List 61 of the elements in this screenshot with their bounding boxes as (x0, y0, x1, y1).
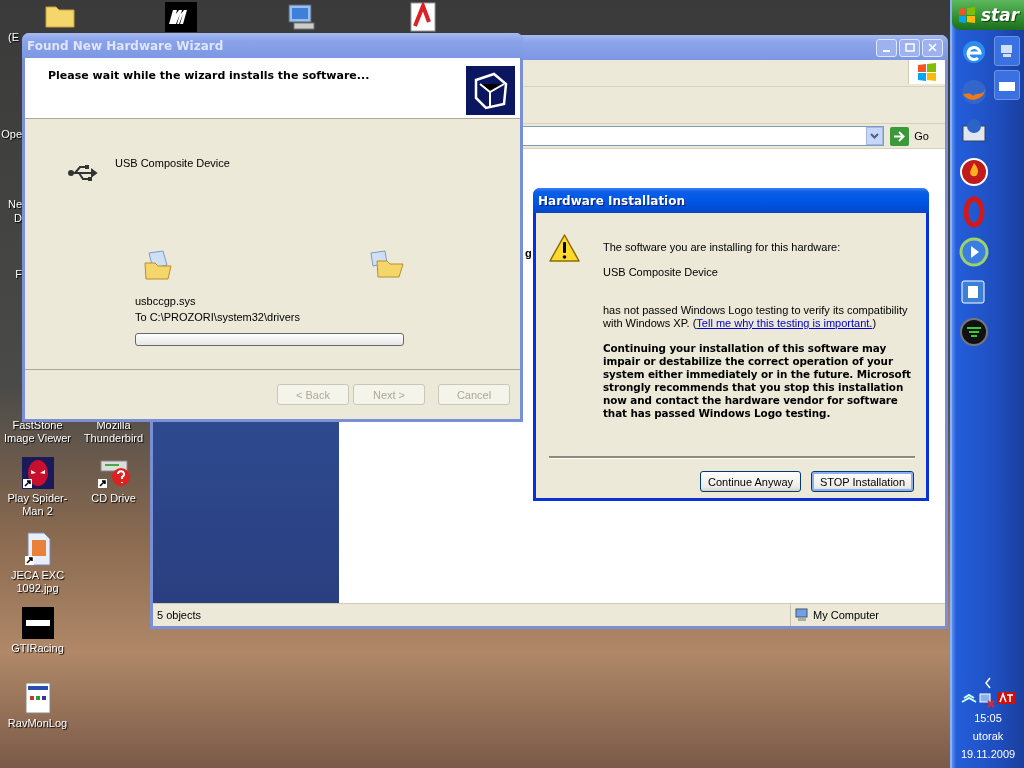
warning-icon (548, 233, 581, 263)
hardware-box-icon (466, 66, 515, 115)
notice-text: has not passed Windows Logo testing to verify its compatibility with Windows XP. (Tell me why this testing is important.) (603, 304, 909, 330)
window-title: Hardware Installation (538, 193, 685, 208)
clock-time[interactable]: 15:05 (974, 711, 1002, 726)
task-button[interactable] (994, 36, 1020, 66)
image-file-icon (23, 532, 52, 566)
go-button[interactable]: Go (888, 126, 931, 146)
device-name: USB Composite Device (603, 266, 719, 279)
caret-icon (870, 133, 880, 139)
minimize-icon (882, 49, 891, 52)
wizard-heading: Please wait while the wizard installs the software... (48, 68, 370, 84)
icon-label: Ope (0, 127, 22, 141)
folder-document-icon (143, 249, 173, 281)
status-text: My Computer (813, 609, 880, 621)
icon-label: Ne (6, 197, 22, 211)
chevron-icon[interactable] (984, 677, 992, 689)
file-name: usbccgp.sys (135, 294, 197, 309)
folder-document-icon (369, 249, 405, 279)
help-link[interactable]: Tell me why this testing is important. (696, 317, 873, 329)
app-logo-icon (164, 2, 197, 32)
icon-label[interactable]: CD Drive (91, 492, 136, 505)
clock-date: 19.11.2009 (960, 747, 1016, 762)
status-text: 5 objects (156, 609, 203, 621)
destination-path: To C:\PROZORI\system32\drivers (135, 310, 302, 325)
item-text: g (525, 247, 532, 259)
program-file-icon (23, 682, 52, 714)
document-icon (408, 2, 437, 32)
device-name: USB Composite Device (115, 156, 230, 171)
intro-text: The software you are installing for this hardware: (603, 241, 842, 254)
close-icon (928, 43, 937, 52)
icon-label[interactable]: GTIRacing (11, 642, 64, 655)
icon-label[interactable]: RavMonLog (7, 717, 68, 730)
mask-icon (21, 457, 54, 489)
windows-flag-icon (917, 63, 937, 81)
icon-label: D (13, 211, 22, 225)
warning-text: Continuing your installation of this software may impair or destabilize the correct operation of your system either immediately or in the future. Microsoft strongly recommends that you stop this installation now and contact the hardware vendor for software that has passed Windows Logo testing. (603, 342, 912, 420)
window-icon (999, 79, 1015, 91)
continue-button[interactable]: Continue Anyway (700, 471, 801, 492)
icon-label[interactable]: Play Spider-Man 2 (0, 492, 75, 518)
icon-label[interactable]: Mozilla Thunderbird (76, 419, 151, 445)
computer-icon (795, 608, 809, 622)
clock-day: utorak (972, 729, 1004, 744)
icon-label: (E (8, 31, 19, 44)
windows-flag-icon (958, 7, 976, 23)
icon-label: F (14, 267, 22, 281)
window-title: Found New Hardware Wizard (27, 38, 224, 53)
stop-button[interactable]: STOP Installation (811, 471, 914, 492)
maximize-icon (904, 43, 915, 52)
striped-disc-icon[interactable] (958, 316, 990, 348)
dropdown-button[interactable] (866, 127, 884, 145)
computer-icon (285, 2, 318, 32)
computer-cross-icon[interactable] (979, 692, 995, 708)
computer-icon (1000, 44, 1014, 58)
start-button[interactable]: star (952, 0, 1024, 30)
drive-icon (96, 457, 131, 489)
icon-label[interactable]: JECA EXC 1092.jpg (0, 569, 75, 595)
task-button[interactable] (994, 70, 1020, 100)
flame-disc-icon[interactable] (958, 156, 990, 188)
icon-label[interactable]: FastStone Image Viewer (0, 419, 75, 445)
play-disc-icon[interactable] (958, 236, 990, 268)
